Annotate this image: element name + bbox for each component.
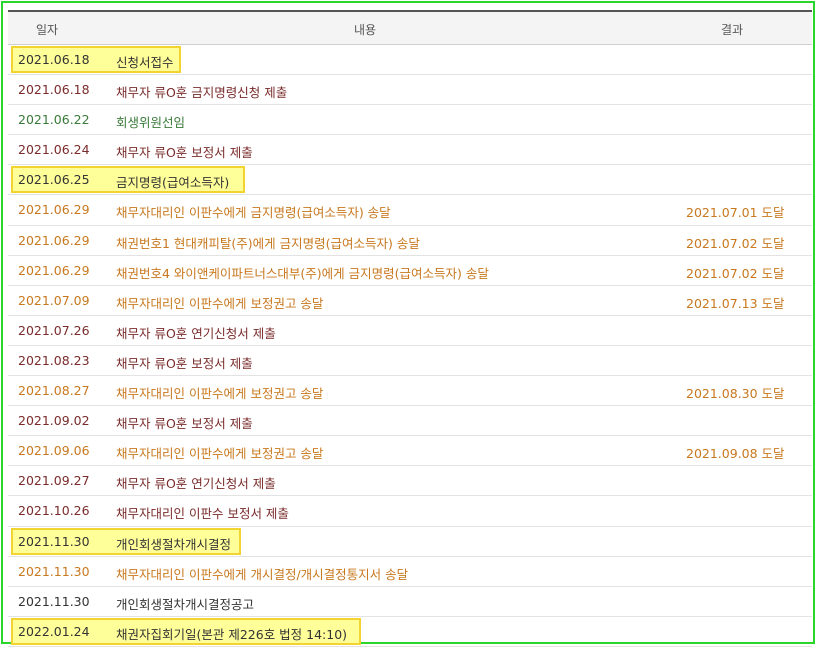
header-result: 결과: [721, 23, 744, 37]
row-date: 2021.09.02: [18, 413, 90, 429]
header-content: 내용: [354, 23, 377, 37]
header-date: 일자: [36, 23, 59, 37]
row-date: 2021.09.27: [18, 473, 90, 489]
row-result: 2021.07.13 도달: [686, 295, 785, 311]
table-row: 2021.06.24 채무자 류O훈 보정서 제출: [8, 135, 812, 166]
row-date: 2021.08.27: [18, 383, 90, 399]
row-date: 2021.11.30: [18, 593, 90, 609]
table-row: 2021.06.29 채무자대리인 이판수에게 금지명령(급여소득자) 송달 202…: [8, 195, 812, 226]
row-date: 2021.06.24: [18, 142, 90, 158]
row-date: 2021.06.29: [18, 262, 90, 278]
row-date: 2021.06.29: [18, 232, 90, 248]
table-body: 2021.06.18 신청서접수 2021.06.18 채무자 류O훈 금지명령신청 …: [8, 45, 812, 647]
table-row: 2021.07.09 채무자대리인 이판수에게 보정권고 송달 2021.07.13…: [8, 286, 812, 316]
row-date: 2021.06.18: [18, 82, 90, 98]
row-result: 2021.09.08 도달: [686, 446, 785, 462]
row-content: 개인회생절차개시결정공고: [116, 596, 255, 612]
table-row: 2021.09.27 채무자 류O훈 연기신청서 제출: [8, 466, 812, 497]
table-row: 2021.06.18 채무자 류O훈 금지명령신청 제출: [8, 75, 812, 106]
table-row: 2021.10.26 채무자대리인 이판수 보정서 제출: [8, 496, 812, 527]
table-row: 2021.11.30 개인회생절차개시결정: [8, 527, 812, 557]
row-content: 채무자대리인 이판수에게 보정권고 송달: [116, 446, 324, 462]
table-row: 2021.06.29 채권번호1 현대캐피탈(주)에게 금지명령(급여소득자) 송…: [8, 226, 812, 256]
table-row: 2021.11.30 채무자대리인 이판수에게 개시결정/개시결정통지서 송달: [8, 557, 812, 587]
table-row: 2021.06.22 회생위원선임: [8, 105, 812, 136]
row-date: 2021.06.25: [18, 172, 90, 188]
case-progress-table: 일자 내용 결과 2021.06.18 신청서접수 2021.06.18 채무자 류O…: [8, 10, 812, 647]
row-content: 개인회생절차개시결정: [116, 536, 232, 552]
row-content: 채권자집회기일(본관 제226호 법정 14:10): [116, 626, 348, 642]
row-content: 채권번호1 현대캐피탈(주)에게 금지명령(급여소득자) 송달: [116, 235, 420, 251]
row-date: 2021.07.26: [18, 322, 90, 338]
table-row: 2021.06.29 채권번호4 와이앤케이파트너스대부(주)에게 금지명령(급여…: [8, 256, 812, 286]
row-content: 채무자 류O훈 보정서 제출: [116, 355, 253, 371]
row-content: 채권번호4 와이앤케이파트너스대부(주)에게 금지명령(급여소득자) 송달: [116, 265, 489, 281]
row-date: 2021.10.26: [18, 503, 90, 519]
table-row: 2021.06.25 금지명령(급여소득자): [8, 165, 812, 196]
row-content: 채무자 류O훈 연기신청서 제출: [116, 476, 276, 492]
table-row: 2021.11.30 개인회생절차개시결정공고: [8, 587, 812, 617]
row-content: 채무자 류O훈 보정서 제출: [116, 416, 253, 432]
row-result: 2021.08.30 도달: [686, 386, 785, 402]
row-date: 2021.06.29: [18, 202, 90, 218]
row-date: 2021.09.06: [18, 443, 90, 459]
row-content: 채무자대리인 이판수에게 개시결정/개시결정통지서 송달: [116, 566, 409, 582]
row-content: 채무자 류O훈 연기신청서 제출: [116, 325, 276, 341]
row-content: 채무자대리인 이판수에게 금지명령(급여소득자) 송달: [116, 205, 391, 221]
row-result: 2021.07.02 도달: [686, 235, 785, 251]
row-date: 2021.11.30: [18, 563, 90, 579]
table-row: 2021.09.02 채무자 류O훈 보정서 제출: [8, 406, 812, 437]
table-row: 2022.01.24 채권자집회기일(본관 제226호 법정 14:10): [8, 617, 812, 647]
table-row: 2021.07.26 채무자 류O훈 연기신청서 제출: [8, 316, 812, 346]
row-content: 채무자 류O훈 보정서 제출: [116, 145, 253, 161]
row-date: 2021.06.18: [18, 52, 90, 67]
row-content: 채무자대리인 이판수에게 보정권고 송달: [116, 295, 324, 311]
row-content: 채무자 류O훈 금지명령신청 제출: [116, 85, 288, 101]
row-date: 2021.06.22: [18, 112, 90, 128]
row-result: 2021.07.02 도달: [686, 265, 785, 281]
table-row: 2021.09.06 채무자대리인 이판수에게 보정권고 송달 2021.09.08…: [8, 436, 812, 467]
row-date: 2021.08.23: [18, 352, 90, 368]
row-content: 채무자대리인 이판수에게 보정권고 송달: [116, 386, 324, 402]
table-row: 2021.08.23 채무자 류O훈 보정서 제출: [8, 346, 812, 377]
row-date: 2021.11.30: [18, 533, 90, 549]
row-content: 신청서접수: [116, 55, 174, 70]
screenshot-frame: 일자 내용 결과 2021.06.18 신청서접수 2021.06.18 채무자 류O…: [1, 1, 815, 647]
table-row: 2021.08.27 채무자대리인 이판수에게 보정권고 송달 2021.08.30…: [8, 376, 812, 407]
row-date: 2021.07.09: [18, 292, 90, 308]
row-result: 2021.07.01 도달: [686, 205, 785, 221]
table-header: 일자 내용 결과: [8, 10, 812, 45]
row-content: 채무자대리인 이판수 보정서 제출: [116, 506, 289, 522]
row-date: 2022.01.24: [18, 623, 90, 639]
table-row: 2021.06.18 신청서접수: [8, 45, 812, 76]
row-content: 금지명령(급여소득자): [116, 175, 230, 191]
row-content: 회생위원선임: [116, 115, 186, 131]
